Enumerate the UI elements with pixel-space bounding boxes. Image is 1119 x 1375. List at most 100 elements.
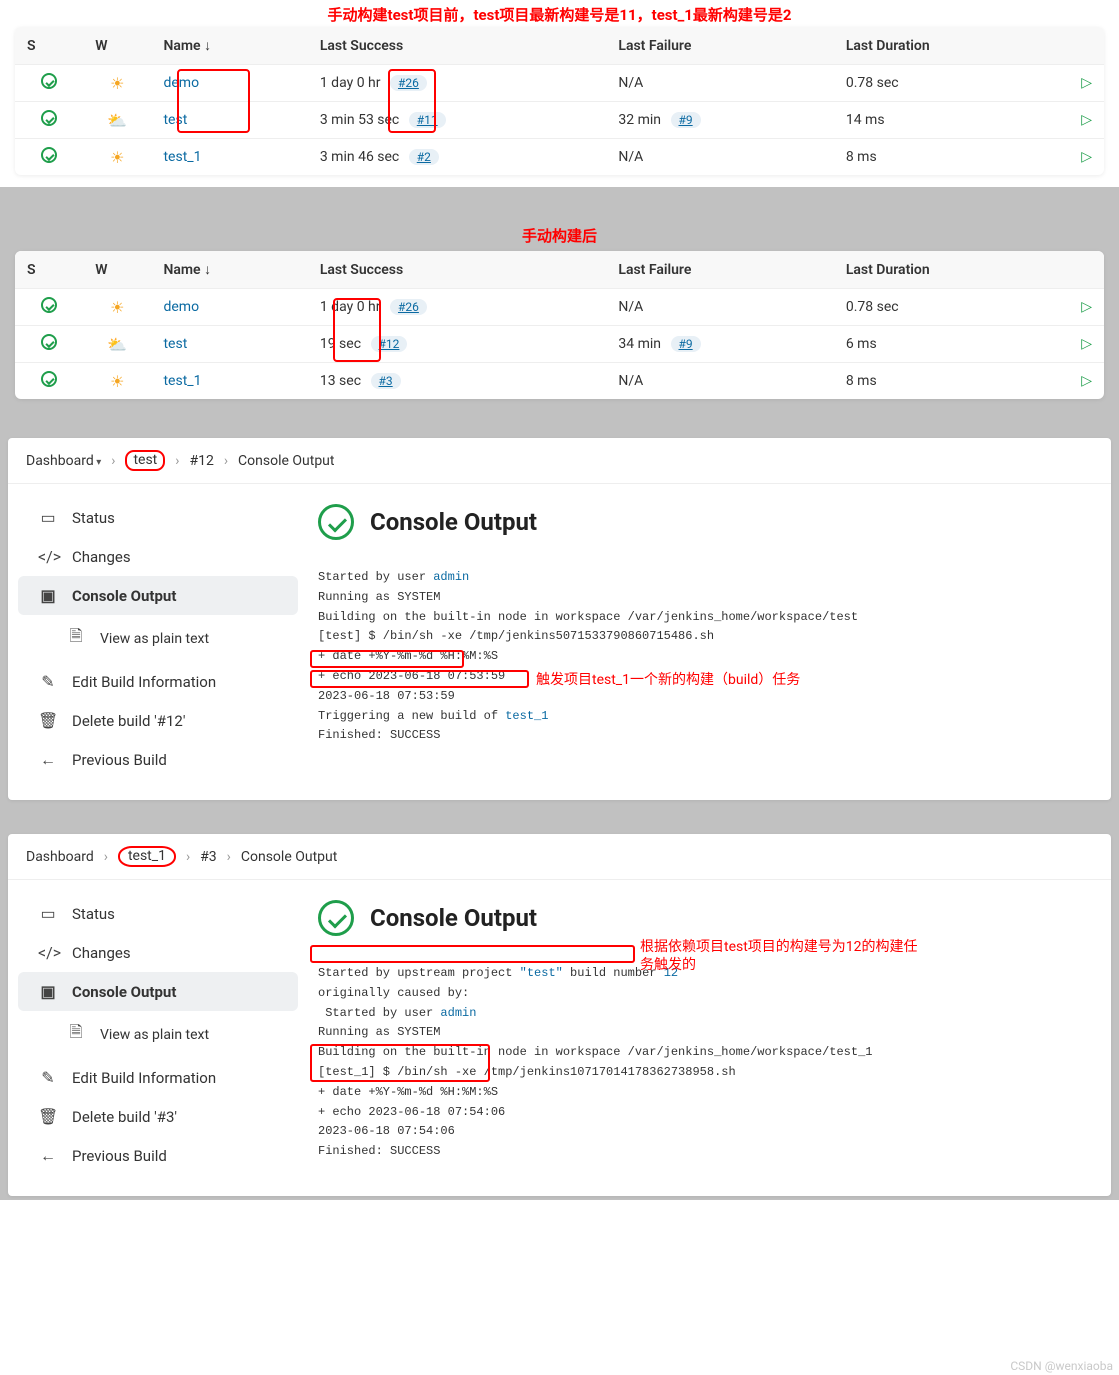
job-name-link[interactable]: test_1 (163, 149, 201, 165)
build-now-button[interactable]: ▷ (1081, 149, 1092, 165)
project-link[interactable]: test_1 (505, 709, 548, 723)
annotation-caption-2: 手动构建后 (522, 227, 597, 245)
code-icon: </> (38, 547, 58, 566)
th-last-duration[interactable]: Last Duration (834, 27, 1047, 65)
weather-cloudy-icon: ⛅ (107, 335, 127, 354)
build-now-button[interactable]: ▷ (1081, 299, 1092, 315)
th-last-failure[interactable]: Last Failure (606, 251, 833, 289)
last-failure-text: 32 min (618, 112, 661, 128)
sidebar-item-view-plain[interactable]: 🗎View as plain text (18, 615, 298, 662)
job-name-link[interactable]: test (163, 112, 187, 128)
sidebar-nav: ▭Status </>Changes ▣Console Output 🗎View… (8, 484, 308, 800)
last-success-text: 1 day 0 hr (320, 299, 381, 315)
table-row: ☀test_113 sec #3N/A8 ms▷ (15, 363, 1104, 400)
build-now-button[interactable]: ▷ (1081, 112, 1092, 128)
breadcrumb-project[interactable]: test_1 (118, 846, 176, 867)
status-success-icon (41, 371, 57, 387)
last-failure-build-link[interactable]: #9 (671, 336, 701, 352)
sidebar-item-edit-build[interactable]: ✎Edit Build Information (18, 1058, 298, 1097)
last-success-text: 1 day 0 hr (320, 75, 381, 91)
breadcrumb-console: Console Output (238, 453, 334, 469)
last-failure-build-link[interactable]: #9 (671, 112, 701, 128)
sidebar-item-view-plain[interactable]: 🗎View as plain text (18, 1011, 298, 1058)
sidebar-item-previous-build[interactable]: ←Previous Build (18, 740, 298, 780)
sidebar-item-status[interactable]: ▭Status (18, 498, 298, 537)
th-last-success[interactable]: Last Success (308, 27, 607, 65)
chevron-right-icon: › (175, 453, 179, 469)
th-name[interactable]: Name ↓ (151, 27, 307, 65)
th-weather[interactable]: W (83, 27, 151, 65)
file-icon: 🗎 (66, 1021, 86, 1048)
job-name-link[interactable]: test_1 (163, 373, 201, 389)
last-failure-text: 34 min (618, 336, 661, 352)
sidebar-item-console-output[interactable]: ▣Console Output (18, 576, 298, 615)
job-name-link[interactable]: test (163, 336, 187, 352)
console-output-page-2: Dashboard › test_1 › #3 › Console Output… (8, 834, 1111, 1196)
chevron-right-icon: › (186, 849, 190, 865)
success-check-icon (318, 900, 354, 936)
breadcrumb-dashboard[interactable]: Dashboard (26, 453, 101, 469)
th-last-duration[interactable]: Last Duration (834, 251, 1047, 289)
breadcrumb-build-num[interactable]: #3 (200, 849, 217, 865)
sidebar-item-status[interactable]: ▭Status (18, 894, 298, 933)
annotation-caption-1: 手动构建test项目前，test项目最新构建号是11，test_1最新构建号是2 (0, 0, 1119, 27)
breadcrumb-build-num[interactable]: #12 (189, 453, 213, 469)
last-duration-text: 6 ms (846, 336, 877, 352)
sidebar-item-changes[interactable]: </>Changes (18, 537, 298, 576)
weather-sunny-icon: ☀ (110, 298, 124, 317)
table-row: ☀demo1 day 0 hr #26N/A0.78 sec▷ (15, 65, 1104, 102)
file-icon: 🗎 (66, 625, 86, 652)
th-last-success[interactable]: Last Success (308, 251, 607, 289)
breadcrumb: Dashboard › test › #12 › Console Output (8, 438, 1111, 484)
breadcrumb-console: Console Output (241, 849, 337, 865)
document-icon: ▭ (38, 904, 58, 923)
last-failure-text: N/A (618, 149, 643, 165)
last-success-build-link[interactable]: #2 (409, 149, 439, 165)
chevron-right-icon: › (227, 849, 231, 865)
job-name-link[interactable]: demo (163, 299, 199, 315)
success-check-icon (318, 504, 354, 540)
last-failure-text: N/A (618, 373, 643, 389)
last-success-build-link[interactable]: #26 (390, 75, 427, 91)
last-failure-text: N/A (618, 75, 643, 91)
upstream-project-link[interactable]: "test" (520, 966, 563, 980)
last-success-text: 13 sec (320, 373, 361, 389)
th-status[interactable]: S (15, 251, 83, 289)
table-row: ⛅test3 min 53 sec #1132 min #914 ms▷ (15, 102, 1104, 139)
sidebar-item-changes[interactable]: </>Changes (18, 933, 298, 972)
th-status[interactable]: S (15, 27, 83, 65)
job-table-after: S W Name ↓ Last Success Last Failure Las… (15, 251, 1104, 399)
sidebar-item-previous-build[interactable]: ←Previous Build (18, 1136, 298, 1176)
user-link[interactable]: admin (433, 570, 469, 584)
breadcrumb-project[interactable]: test (125, 450, 165, 471)
build-now-button[interactable]: ▷ (1081, 75, 1092, 91)
weather-sunny-icon: ☀ (110, 148, 124, 167)
status-success-icon (41, 334, 57, 350)
last-failure-text: N/A (618, 299, 643, 315)
last-success-build-link[interactable]: #11 (409, 112, 446, 128)
sidebar-item-delete-build[interactable]: 🗑Delete build '#12' (18, 701, 298, 740)
breadcrumb-dashboard[interactable]: Dashboard (26, 849, 94, 865)
weather-sunny-icon: ☀ (110, 74, 124, 93)
th-weather[interactable]: W (83, 251, 151, 289)
arrow-left-icon: ← (38, 1146, 58, 1166)
job-name-link[interactable]: demo (163, 75, 199, 91)
last-success-text: 3 min 53 sec (320, 112, 399, 128)
last-success-build-link[interactable]: #26 (390, 299, 427, 315)
breadcrumb: Dashboard › test_1 › #3 › Console Output (8, 834, 1111, 880)
build-now-button[interactable]: ▷ (1081, 336, 1092, 352)
sidebar-item-edit-build[interactable]: ✎Edit Build Information (18, 662, 298, 701)
chevron-right-icon: › (104, 849, 108, 865)
sidebar-item-console-output[interactable]: ▣Console Output (18, 972, 298, 1011)
weather-sunny-icon: ☀ (110, 372, 124, 391)
last-success-build-link[interactable]: #12 (371, 336, 408, 352)
job-table-before: S W Name ↓ Last Success Last Failure Las… (15, 27, 1104, 175)
last-success-build-link[interactable]: #3 (371, 373, 401, 389)
th-last-failure[interactable]: Last Failure (606, 27, 833, 65)
user-link[interactable]: admin (440, 1006, 476, 1020)
th-name[interactable]: Name ↓ (151, 251, 307, 289)
sidebar-item-delete-build[interactable]: 🗑Delete build '#3' (18, 1097, 298, 1136)
build-now-button[interactable]: ▷ (1081, 373, 1092, 389)
last-duration-text: 8 ms (846, 149, 877, 165)
last-duration-text: 0.78 sec (846, 299, 899, 315)
